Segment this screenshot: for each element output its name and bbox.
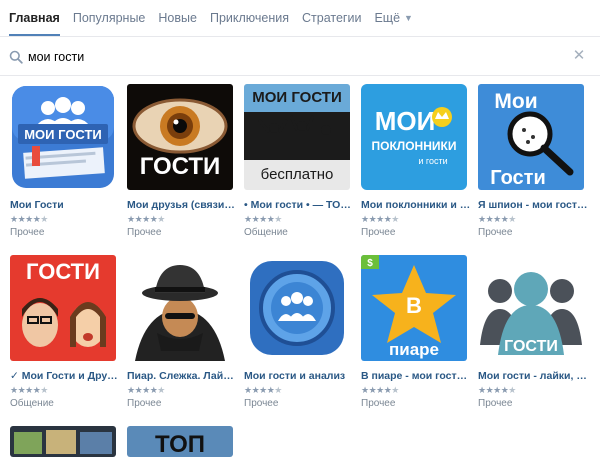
app-title[interactable]: Мои поклонники и го... xyxy=(361,199,471,211)
svg-text:$: $ xyxy=(367,258,373,269)
thumb-text: ГОСТИ xyxy=(26,259,100,284)
app-thumbnail[interactable] xyxy=(127,255,233,361)
rating-stars: ★★★★★ xyxy=(361,385,399,395)
rating-stars: ★★★★★ xyxy=(478,214,516,224)
rating-stars: ★★★★★ xyxy=(244,385,282,395)
app-category: Прочее xyxy=(478,398,513,409)
app-title[interactable]: Пиар. Слежка. Лайк... xyxy=(127,370,237,382)
app-category: Прочее xyxy=(361,227,396,238)
app-thumbnail[interactable]: МОИ ГОСТИ бесплатно xyxy=(244,84,350,190)
app-thumbnail[interactable]: ТОП xyxy=(127,426,233,457)
thumb-text-bottom: и гости xyxy=(418,156,447,166)
tab-new[interactable]: Новые xyxy=(158,0,197,36)
rating-stars: ★★★★★ xyxy=(10,214,48,224)
app-thumbnail[interactable]: ГОСТИ xyxy=(10,255,116,361)
app-card[interactable]: ГОСТИ ✓ Мои Гости и Друзья ★★★★★ Общение xyxy=(10,255,120,409)
tab-more[interactable]: Ещё ▼ xyxy=(374,0,413,36)
app-card[interactable]: Мои гости и анализ ★★★★★ Прочее xyxy=(244,255,350,409)
rating-stars: ★★★★★ xyxy=(478,385,516,395)
app-thumbnail[interactable] xyxy=(244,255,350,361)
app-card[interactable]: МОИ ГОСТИ бесплатно • Мои гости • — ТОП … xyxy=(244,84,354,238)
thumb-text-bottom: бесплатно xyxy=(261,166,334,183)
app-thumbnail[interactable]: МОИ ПОКЛОННИКИ и гости xyxy=(361,84,467,190)
app-thumbnail[interactable]: ГОСТИ xyxy=(127,84,233,190)
thumb-text-bottom: Гости xyxy=(490,167,546,189)
app-category: Прочее xyxy=(10,227,45,238)
app-title[interactable]: ✓ Мои Гости и Друзья xyxy=(10,370,120,382)
app-category: Прочее xyxy=(244,398,279,409)
thumb-text: ГОСТИ xyxy=(504,338,558,355)
tab-main[interactable]: Главная xyxy=(9,0,60,36)
app-title[interactable]: Я шпион - мои гости, ... xyxy=(478,199,588,211)
rating-stars: ★★★★★ xyxy=(361,214,399,224)
tab-bar: Главная Популярные Новые Приключения Стр… xyxy=(0,0,600,37)
rating-stars: ★★★★★ xyxy=(127,214,165,224)
app-category: Прочее xyxy=(361,398,396,409)
search-bar: ✕ xyxy=(0,38,600,76)
tab-adventures[interactable]: Приключения xyxy=(210,0,289,36)
tab-popular[interactable]: Популярные xyxy=(73,0,146,36)
thumb-text: МОИ ГОСТИ xyxy=(252,89,342,106)
app-card[interactable] xyxy=(10,426,116,457)
thumb-text-bottom: пиаре xyxy=(389,340,439,359)
thumb-text-badge: В xyxy=(406,293,422,318)
search-input[interactable] xyxy=(28,47,548,67)
app-thumbnail[interactable]: $ В пиаре xyxy=(361,255,467,361)
thumb-text: ГОСТИ xyxy=(140,153,221,180)
app-card[interactable]: Пиар. Слежка. Лайк... ★★★★★ Прочее xyxy=(127,255,237,409)
app-title[interactable]: Мои Гости xyxy=(10,199,120,211)
app-thumbnail[interactable]: ГОСТИ xyxy=(478,255,584,361)
app-thumbnail[interactable]: МОИ ГОСТИ xyxy=(10,84,116,190)
app-card[interactable]: МОИ ГОСТИ Мои Гости ★★★★★ Прочее xyxy=(10,84,116,238)
thumb-text: Мои xyxy=(494,90,537,113)
tab-strategies[interactable]: Стратегии xyxy=(302,0,361,36)
app-category: Общение xyxy=(10,398,54,409)
search-icon xyxy=(9,50,23,64)
app-card[interactable]: ГОСТИ Мои друзья (связи, г... ★★★★★ Проч… xyxy=(127,84,237,238)
chevron-down-icon: ▼ xyxy=(404,13,413,23)
app-category: Прочее xyxy=(127,227,162,238)
thumb-text: МОИ ГОСТИ xyxy=(24,127,102,142)
app-category: Прочее xyxy=(478,227,513,238)
app-card[interactable]: ТОП xyxy=(127,426,233,457)
rating-stars: ★★★★★ xyxy=(127,385,165,395)
rating-stars: ★★★★★ xyxy=(244,214,282,224)
app-thumbnail[interactable]: Мои Гости xyxy=(478,84,584,190)
app-category: Общение xyxy=(244,227,288,238)
app-title[interactable]: Мои друзья (связи, г... xyxy=(127,199,237,211)
thumb-text-mid: ПОКЛОННИКИ xyxy=(372,139,457,153)
app-card[interactable]: Мои Гости Я шпион - мои гости, ... ★★★★★… xyxy=(478,84,588,238)
app-category: Прочее xyxy=(127,398,162,409)
thumb-text: ТОП xyxy=(155,431,205,457)
thumb-text: МОИ xyxy=(375,106,436,136)
app-title[interactable]: Мои гости - лайки, д... xyxy=(478,370,588,382)
app-title[interactable]: Мои гости и анализ xyxy=(244,370,354,382)
app-thumbnail[interactable] xyxy=(10,426,116,457)
app-card[interactable]: $ В пиаре В пиаре - мои гости, ... ★★★★★… xyxy=(361,255,471,409)
app-card[interactable]: ГОСТИ Мои гости - лайки, д... ★★★★★ Проч… xyxy=(478,255,588,409)
tab-more-label: Ещё xyxy=(374,11,401,25)
app-title[interactable]: В пиаре - мои гости, ... xyxy=(361,370,471,382)
app-card[interactable]: МОИ ПОКЛОННИКИ и гости Мои поклонники и … xyxy=(361,84,471,238)
rating-stars: ★★★★★ xyxy=(10,385,48,395)
app-title[interactable]: • Мои гости • — ТОП ... xyxy=(244,199,354,211)
close-icon[interactable]: ✕ xyxy=(572,48,586,63)
